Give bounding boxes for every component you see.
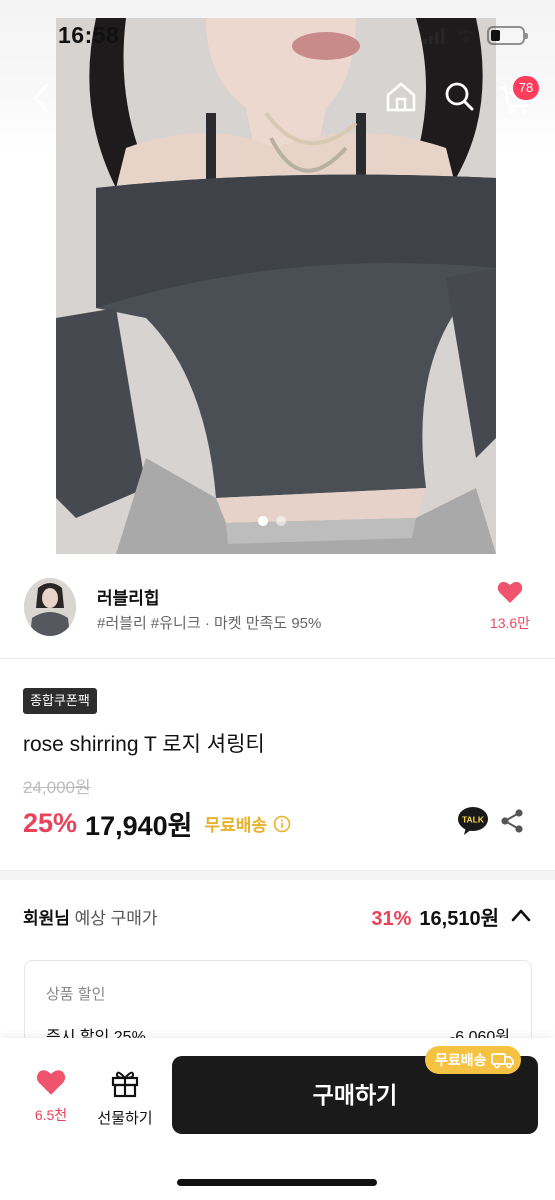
signal-icon (423, 27, 445, 44)
share-button[interactable] (500, 808, 524, 834)
status-icons (423, 26, 528, 45)
discount-rate: 25% (23, 808, 78, 838)
seller-avatar[interactable] (24, 578, 76, 636)
kakao-talk-text: TALK (462, 815, 485, 825)
free-shipping-tag: 무료배송 (425, 1046, 521, 1074)
like-count: 6.5천 (34, 1107, 68, 1123)
battery-level (491, 30, 500, 41)
seller-avatar-image (24, 578, 76, 636)
member-price-value: 16,510원 (419, 908, 499, 930)
member-price-row[interactable]: 회원님 예상 구매가 31% 16,510원 (0, 896, 555, 940)
sale-price: 17,940원 (85, 811, 193, 841)
product-title: rose shirring T 로지 셔링티 (23, 733, 265, 756)
info-icon[interactable] (273, 815, 291, 833)
home-icon (386, 82, 416, 112)
detail-title: 상품 할인 (46, 986, 106, 1003)
price-row: 25% 17,940원 무료배송 (23, 804, 291, 843)
back-icon (33, 83, 49, 113)
member-price: 31% 16,510원 (371, 902, 499, 931)
status-time: 16:58 (58, 22, 120, 48)
kakao-talk-icon: TALK (458, 807, 488, 835)
back-button[interactable] (26, 80, 56, 116)
home-button[interactable] (384, 80, 418, 114)
cart-count-badge: 78 (513, 76, 539, 100)
seller-like-button[interactable]: 13.6만 (484, 580, 536, 633)
home-indicator[interactable] (177, 1179, 377, 1186)
search-button[interactable] (443, 80, 475, 114)
gift-button[interactable]: 선물하기 (92, 1068, 158, 1128)
seller-name[interactable]: 러블리힙 (97, 584, 160, 609)
divider (0, 658, 555, 659)
kakao-talk-button[interactable]: TALK (457, 806, 489, 836)
truck-icon (490, 1053, 514, 1069)
gallery-pagination (258, 516, 286, 526)
bottom-action-bar: 6.5천 선물하기 구매하기 무료배송 (0, 1038, 555, 1200)
like-button[interactable]: 6.5천 (24, 1068, 78, 1125)
member-label-rest: 예상 구매가 (69, 909, 158, 928)
section-divider (0, 870, 555, 880)
gift-label: 선물하기 (97, 1110, 153, 1127)
search-icon (445, 82, 474, 111)
seller-like-count: 13.6만 (489, 615, 531, 631)
member-price-label: 회원님 예상 구매가 (23, 904, 158, 929)
coupon-badge[interactable]: 종합쿠폰팩 (23, 688, 97, 714)
wifi-icon (457, 29, 475, 43)
seller-meta: #러블리 #유니크 · 마켓 만족도 95% (97, 615, 322, 632)
product-photo-illustration (56, 18, 496, 554)
status-bar: 16:58 (0, 0, 555, 62)
member-label-bold: 회원님 (23, 909, 70, 928)
free-shipping-label: 무료배송 (204, 816, 268, 835)
battery-icon (487, 26, 528, 45)
product-photo[interactable] (56, 18, 496, 554)
share-icon (501, 809, 523, 833)
heart-icon (497, 581, 523, 603)
original-price: 24,000원 (23, 778, 91, 797)
heart-icon (36, 1070, 66, 1095)
free-shipping-tag-label: 무료배송 (435, 1052, 487, 1068)
member-discount-rate: 31% (371, 908, 412, 930)
seller-row[interactable]: 러블리힙 #러블리 #유니크 · 마켓 만족도 95% 13.6만 (0, 570, 555, 658)
gift-icon (111, 1071, 139, 1098)
chevron-up-icon[interactable] (510, 905, 532, 925)
pagination-dot-active[interactable] (258, 516, 268, 526)
pagination-dot[interactable] (276, 516, 286, 526)
